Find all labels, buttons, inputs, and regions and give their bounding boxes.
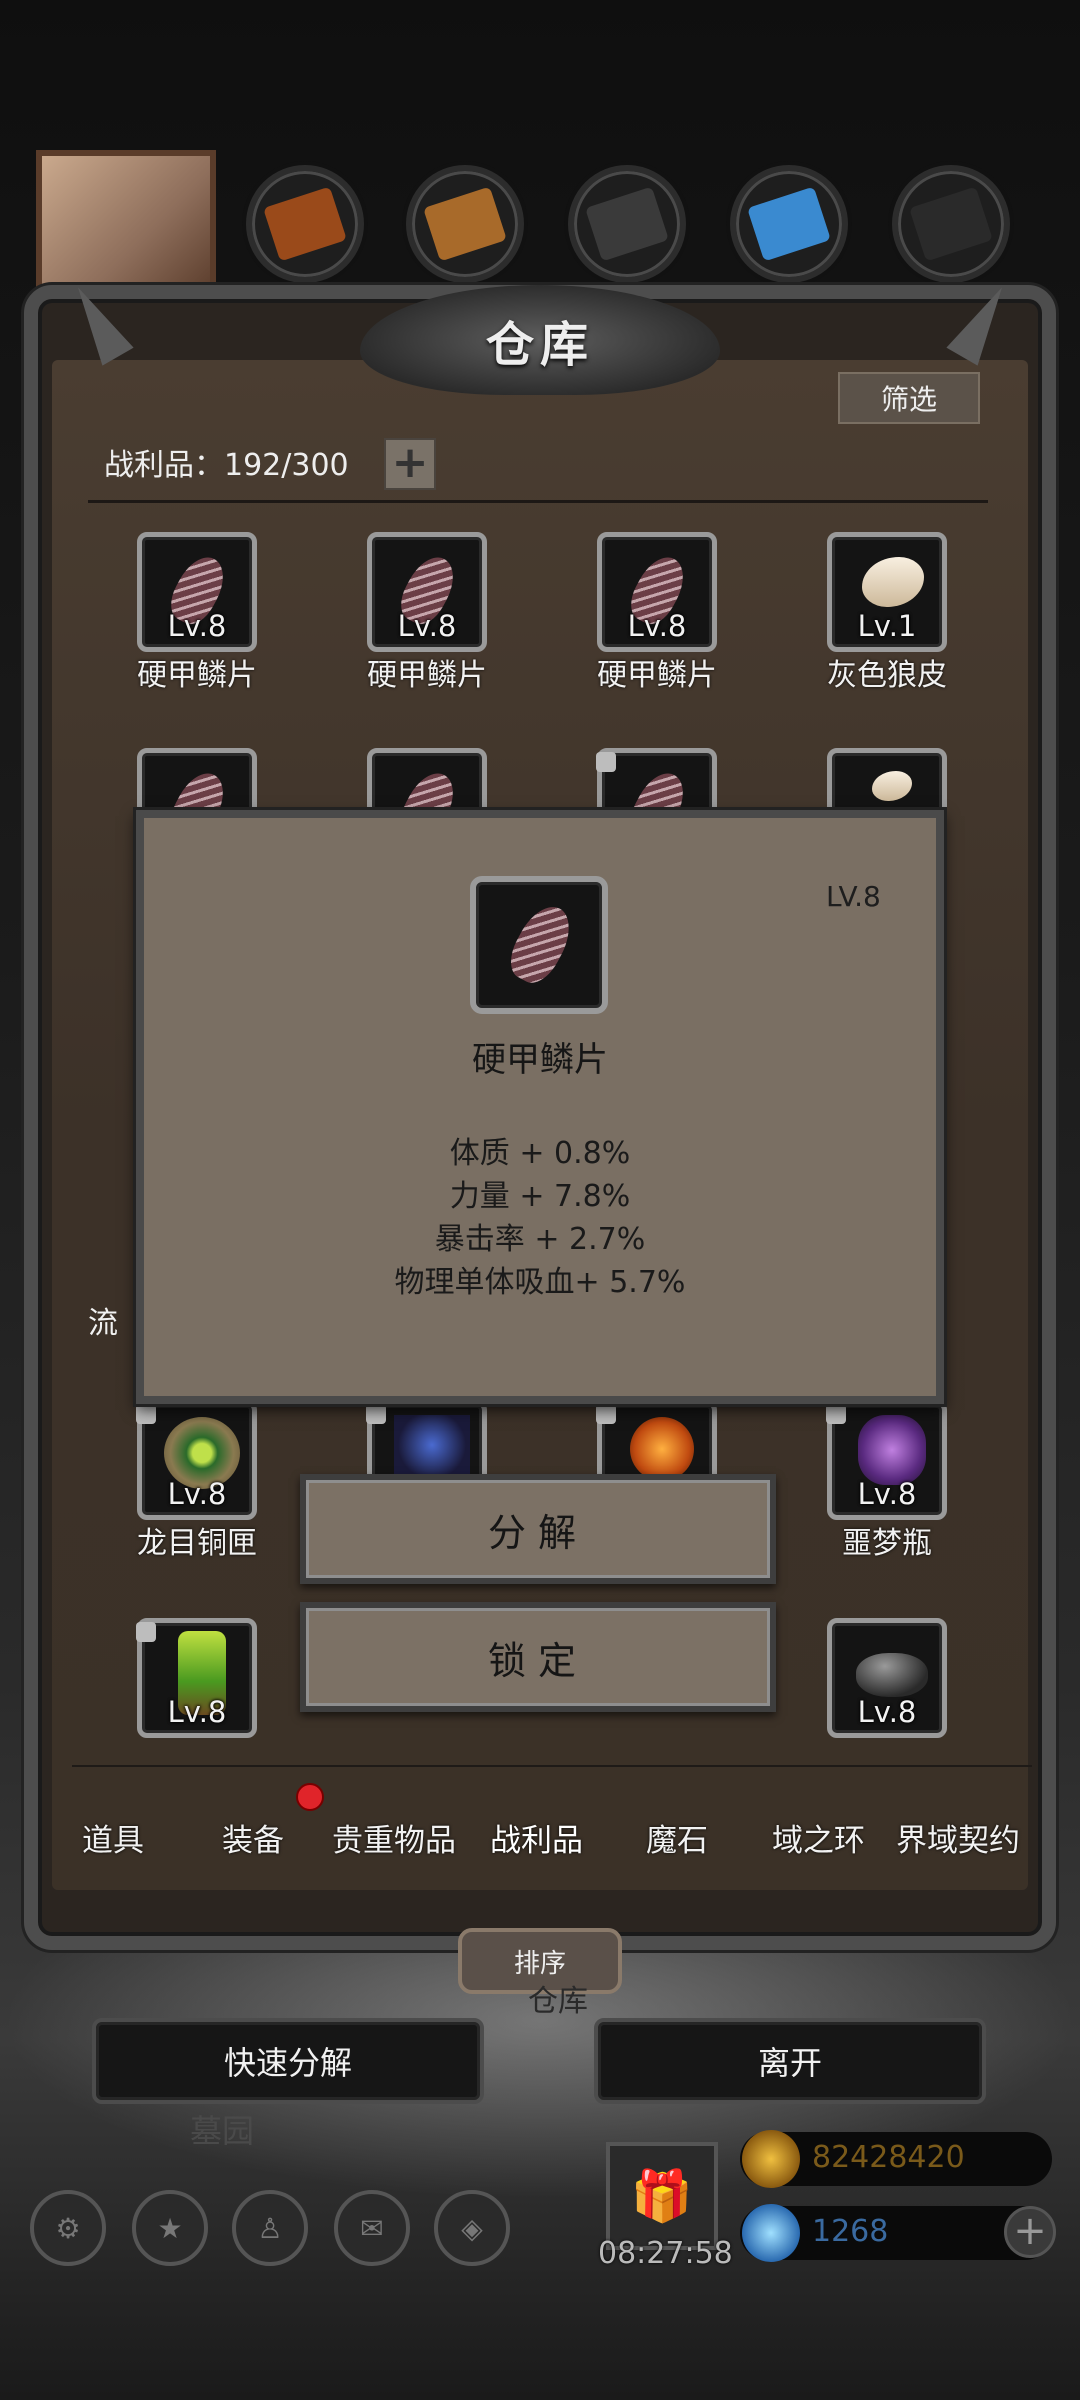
trophy-capacity-label: 战利品：192/300 xyxy=(104,448,349,483)
item-level: Lv.8 xyxy=(627,609,687,643)
item-name-fragment: 流 xyxy=(88,1306,118,1341)
item-frame: Lv.8 xyxy=(597,532,717,652)
map-icon[interactable]: ◈ xyxy=(434,2190,510,2266)
wolf-pelt-icon xyxy=(862,557,924,607)
tab-domain-contract[interactable]: 界域契约 xyxy=(896,1815,1020,1860)
tab-valuables[interactable]: 贵重物品 xyxy=(332,1815,456,1860)
item-name: 硬甲鳞片 xyxy=(367,658,487,693)
item-name: 灰色狼皮 xyxy=(827,658,947,693)
item-name: 硬甲鳞片 xyxy=(597,658,717,693)
item-level: Lv.8 xyxy=(857,1695,917,1729)
lock-button[interactable]: 锁定 xyxy=(300,1602,776,1712)
lock-icon xyxy=(826,1404,846,1424)
item-cell[interactable]: Lv.8 硬甲鳞片 xyxy=(132,532,262,693)
character-icon[interactable]: ♙ xyxy=(232,2190,308,2266)
plank-icon xyxy=(423,186,507,262)
item-level: Lv.1 xyxy=(857,609,917,643)
item-name: 硬甲鳞片 xyxy=(137,658,257,693)
settings-gear-icon[interactable]: ⚙ xyxy=(30,2190,106,2266)
item-level: Lv.8 xyxy=(857,1477,917,1511)
gift-box-icon[interactable]: 🎁 xyxy=(606,2142,718,2250)
page-title: 仓库 xyxy=(485,317,594,373)
lock-icon xyxy=(596,752,616,772)
nightmare-bottle-icon xyxy=(858,1415,926,1485)
armor-scale-icon xyxy=(501,897,581,991)
divider xyxy=(88,500,988,503)
tooltip-stats: 体质 + 0.8% 力量 + 7.8% 暴击率 + 2.7% 物理单体吸血+ 5… xyxy=(240,1132,840,1304)
item-cell[interactable]: Lv.1 灰色狼皮 xyxy=(822,532,952,693)
stat-line: 暴击率 + 2.7% xyxy=(434,1222,646,1257)
fire-orb-icon xyxy=(630,1417,694,1481)
gift-timer: 08:27:58 xyxy=(598,2236,733,2271)
lock-icon xyxy=(596,1404,616,1424)
ore-icon xyxy=(909,186,993,262)
item-level: Lv.8 xyxy=(167,1477,227,1511)
white-fur-icon xyxy=(872,771,912,801)
lock-icon xyxy=(136,1404,156,1424)
stat-line: 力量 + 7.8% xyxy=(449,1179,631,1214)
tab-trophies[interactable]: 战利品 xyxy=(490,1815,583,1860)
decompose-button[interactable]: 分解 xyxy=(300,1474,776,1584)
filter-button[interactable]: 筛选 xyxy=(838,372,980,424)
add-gems-button[interactable]: + xyxy=(1004,2206,1056,2258)
scene-location-label: 墓园 xyxy=(190,2112,255,2150)
resource-plank-icon[interactable] xyxy=(406,165,524,283)
tooltip-level: LV.8 xyxy=(826,880,881,913)
scene-warehouse-label: 仓库 xyxy=(528,1984,588,2019)
leave-button[interactable]: 离开 xyxy=(594,2018,986,2104)
gold-coin-icon xyxy=(742,2130,800,2188)
iron-bar-icon xyxy=(585,186,669,262)
item-cell[interactable]: Lv.8 xyxy=(822,1618,952,1748)
wood-log-icon xyxy=(263,186,347,262)
item-level: Lv.8 xyxy=(167,609,227,643)
gem-amount: 1268 xyxy=(812,2214,889,2249)
obsidian-icon xyxy=(856,1653,928,1697)
tabs-divider xyxy=(72,1765,1032,1767)
lock-icon xyxy=(136,1622,156,1642)
resource-crystal-icon[interactable] xyxy=(730,165,848,283)
lock-icon xyxy=(366,1404,386,1424)
notification-dot xyxy=(296,1783,324,1811)
tab-items[interactable]: 道具 xyxy=(82,1815,144,1860)
player-portrait[interactable] xyxy=(36,150,216,300)
star-badge-icon[interactable]: ★ xyxy=(132,2190,208,2266)
gold-amount: 82428420 xyxy=(812,2140,965,2175)
tab-magic-stones[interactable]: 魔石 xyxy=(646,1815,708,1860)
item-name: 噩梦瓶 xyxy=(842,1526,932,1561)
item-level: Lv.8 xyxy=(167,1695,227,1729)
item-frame: Lv.8 xyxy=(367,532,487,652)
item-frame: Lv.1 xyxy=(827,532,947,652)
crystal-icon xyxy=(747,186,831,262)
dark-helmet-icon xyxy=(394,1415,470,1475)
expand-capacity-button[interactable]: + xyxy=(384,438,436,490)
item-frame: Lv.8 xyxy=(137,532,257,652)
resource-wood-icon[interactable] xyxy=(246,165,364,283)
tooltip-item-name: 硬甲鳞片 xyxy=(472,1040,608,1080)
resource-ore-icon[interactable] xyxy=(892,165,1010,283)
resource-iron-icon[interactable] xyxy=(568,165,686,283)
item-level: Lv.8 xyxy=(397,609,457,643)
tab-equipment[interactable]: 装备 xyxy=(222,1815,284,1860)
stat-line: 体质 + 0.8% xyxy=(449,1136,631,1171)
quick-decompose-button[interactable]: 快速分解 xyxy=(92,2018,484,2104)
gem-icon xyxy=(742,2204,800,2262)
item-frame: Lv.8 xyxy=(827,1618,947,1738)
tooltip-item-frame xyxy=(470,876,608,1014)
item-cell[interactable]: Lv.8 硬甲鳞片 xyxy=(592,532,722,693)
tab-domain-ring[interactable]: 域之环 xyxy=(772,1815,865,1860)
mail-icon[interactable]: ✉ xyxy=(334,2190,410,2266)
item-cell[interactable]: Lv.8 硬甲鳞片 xyxy=(362,532,492,693)
item-name: 龙目铜匣 xyxy=(137,1526,257,1561)
stat-line: 物理单体吸血+ 5.7% xyxy=(394,1265,686,1300)
